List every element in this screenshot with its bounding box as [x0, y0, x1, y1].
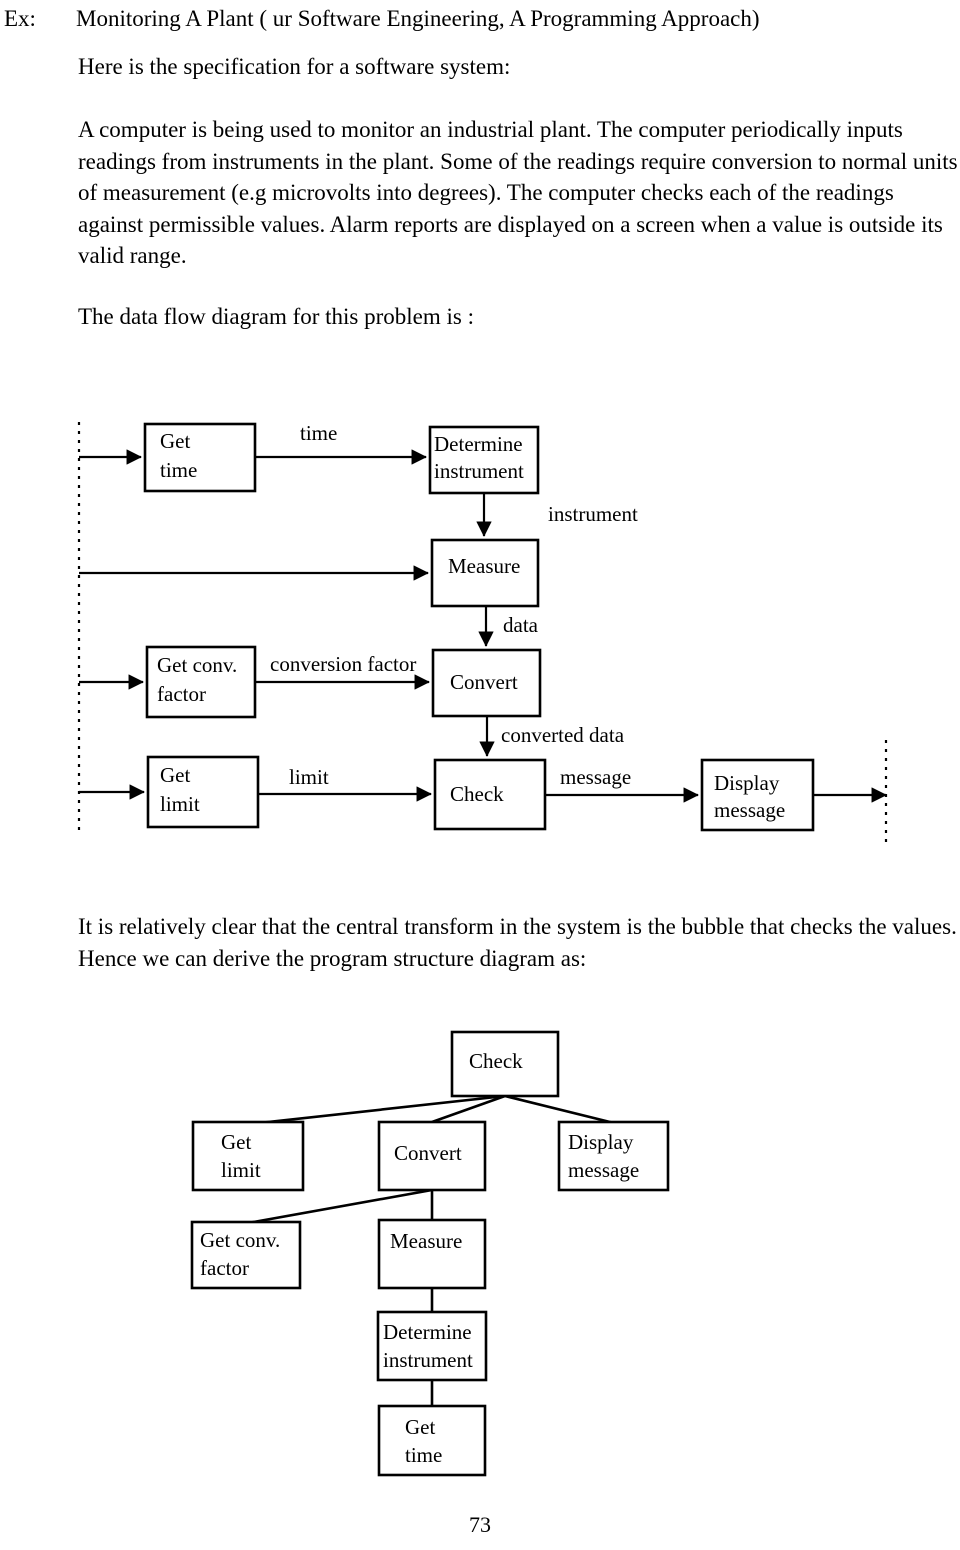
dfd-box-get-limit: Get limit — [146, 755, 260, 829]
structure-box-get-limit-line1: Get — [221, 1130, 251, 1154]
dfd-box-determine-instrument-line1: Determine — [434, 432, 523, 456]
structure-box-check-line1: Check — [469, 1049, 523, 1073]
dfd-box-check-line1: Check — [450, 782, 504, 806]
structure-box-convert-line1: Convert — [394, 1141, 462, 1165]
dfd-box-get-conv-factor-line2: factor — [157, 682, 206, 706]
structure-box-convert: Convert — [377, 1120, 487, 1192]
dfd-label-message: message — [560, 765, 631, 789]
structure-box-determine-instrument-line1: Determine — [383, 1320, 472, 1344]
intro-paragraph: Here is the specification for a software… — [78, 54, 511, 79]
dfd-box-get-limit-line2: limit — [160, 792, 200, 816]
structure-box-measure-line1: Measure — [390, 1229, 462, 1253]
structure-box-get-time: Get time — [377, 1404, 487, 1477]
structure-box-display-message-line2: message — [568, 1158, 639, 1182]
structure-box-display-message-line1: Display — [568, 1130, 634, 1154]
dfd-box-get-limit-line1: Get — [160, 763, 190, 787]
dfd-box-get-time-line1: Get — [160, 429, 190, 453]
example-label: Ex: — [4, 6, 36, 31]
structline-convert-to-get-conv-factor — [247, 1188, 433, 1225]
document-page: Ex: Monitoring A Plant ( ur Software Eng… — [0, 0, 960, 1550]
dfd-label-data: data — [503, 613, 539, 637]
page-title: Monitoring A Plant ( ur Software Enginee… — [76, 6, 760, 31]
dfd-box-measure-line1: Measure — [448, 554, 520, 578]
structure-box-get-conv-factor: Get conv. factor — [190, 1220, 302, 1290]
structure-box-display-message: Display message — [557, 1120, 670, 1192]
dfd-box-measure: Measure — [430, 538, 540, 608]
dfd-box-get-time-line2: time — [160, 458, 197, 482]
structure-box-determine-instrument-line2: instrument — [383, 1348, 473, 1372]
dfd-box-check: Check — [433, 758, 547, 831]
dfd-box-get-conv-factor: Get conv. factor — [145, 645, 257, 719]
dfd-box-display-message: Display message — [700, 758, 815, 832]
structure-box-get-conv-factor-line1: Get conv. — [200, 1228, 280, 1252]
dfd-label-limit: limit — [289, 765, 329, 789]
dfd-box-display-message-line2: message — [714, 798, 785, 822]
specification-paragraph: A computer is being used to monitor an i… — [78, 117, 958, 268]
dfd-label-instrument: instrument — [548, 502, 638, 526]
dfd-box-convert-line1: Convert — [450, 670, 518, 694]
structure-box-get-limit: Get limit — [191, 1120, 305, 1192]
structure-box-get-time-line1: Get — [405, 1415, 435, 1439]
structure-box-get-conv-factor-line2: factor — [200, 1256, 249, 1280]
dfd-label-converted-data: converted data — [501, 723, 625, 747]
structline-check-to-display-message — [504, 1094, 615, 1125]
dfd-label-time: time — [300, 421, 337, 445]
central-transform-paragraph: It is relatively clear that the central … — [78, 914, 957, 971]
dfd-intro-paragraph: The data flow diagram for this problem i… — [78, 304, 475, 329]
dfd-box-get-conv-factor-line1: Get conv. — [157, 653, 237, 677]
structure-box-get-limit-line2: limit — [221, 1158, 261, 1182]
dfd-box-display-message-line1: Display — [714, 771, 780, 795]
page-number: 73 — [469, 1512, 491, 1537]
data-flow-diagram: Get time Determine instrument Measure Ge… — [0, 400, 960, 860]
dfd-box-determine-instrument: Determine instrument — [428, 425, 540, 495]
program-structure-diagram: Check Get limit Convert Display message … — [0, 1010, 960, 1500]
structure-box-determine-instrument: Determine instrument — [376, 1310, 488, 1382]
dfd-label-conversion-factor: conversion factor — [270, 652, 416, 676]
structure-box-check: Check — [450, 1030, 560, 1098]
dfd-box-determine-instrument-line2: instrument — [434, 459, 524, 483]
structure-box-measure: Measure — [377, 1218, 487, 1290]
structure-box-get-time-line2: time — [405, 1443, 442, 1467]
dfd-box-convert: Convert — [431, 648, 542, 718]
dfd-box-get-time: Get time — [143, 422, 257, 493]
